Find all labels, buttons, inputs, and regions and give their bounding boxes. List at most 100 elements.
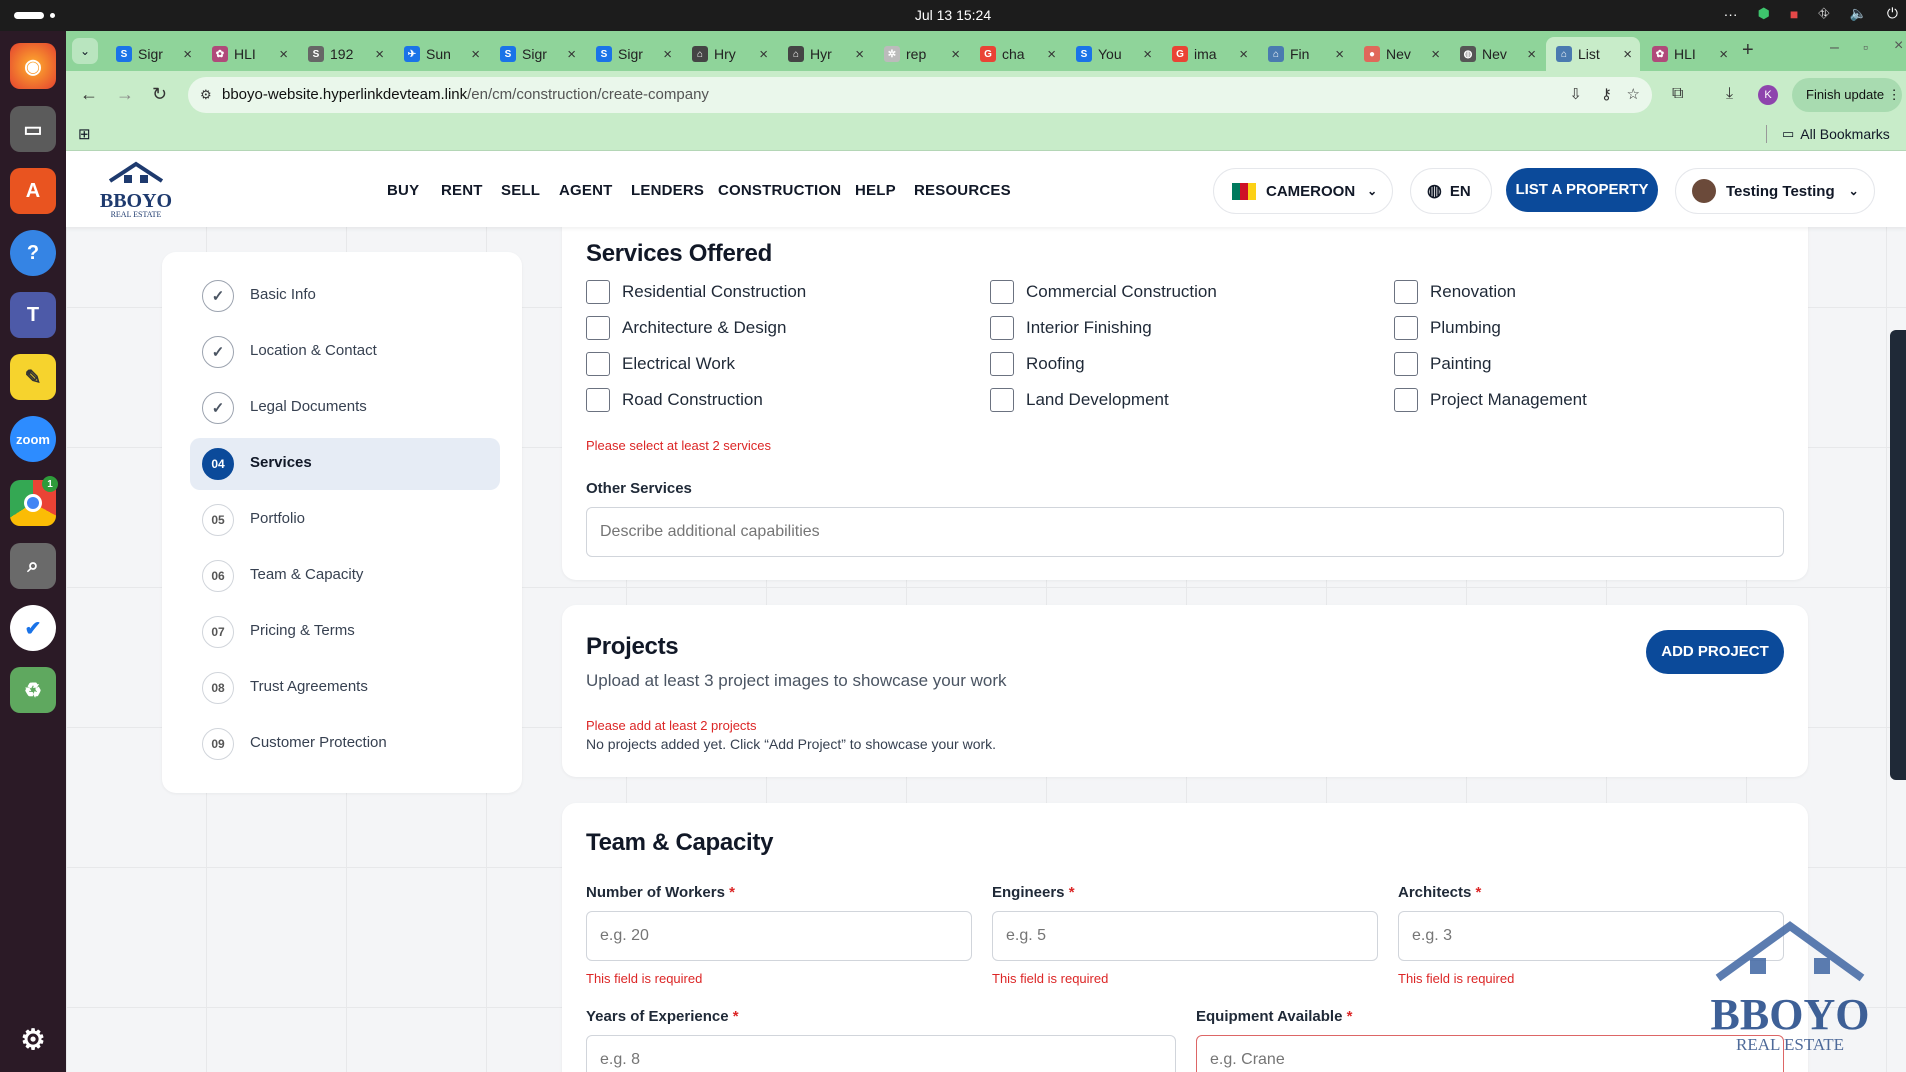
browser-tab[interactable]: ⌂ Hyr ×	[778, 37, 872, 71]
browser-tab[interactable]: ◍ Nev ×	[1450, 37, 1544, 71]
zoom-icon[interactable]: zoom	[10, 416, 56, 462]
site-logo[interactable]: BBOYO REAL ESTATE	[96, 161, 176, 219]
browser-tab[interactable]: ✈ Sun ×	[394, 37, 488, 71]
system-tray[interactable]: ··· ⬢ ■ ⛗ 🔈 ⏻	[1724, 5, 1898, 22]
address-bar[interactable]: ⚙ bboyo-website.hyperlinkdevteam.link/en…	[188, 77, 1652, 113]
step-item[interactable]: ✓ Legal Documents	[190, 382, 500, 434]
app-center-icon[interactable]: A	[10, 168, 56, 214]
apps-grid-icon[interactable]: ⊞	[78, 125, 91, 143]
shield-icon[interactable]: ⬢	[1758, 5, 1770, 22]
step-item[interactable]: 04 Services	[190, 438, 500, 490]
new-tab-icon[interactable]: +	[1742, 39, 1754, 62]
extensions-icon[interactable]: ⧉	[1672, 85, 1683, 103]
user-menu[interactable]: Testing Testing ⌄	[1675, 168, 1875, 214]
nav-rent[interactable]: RENT	[441, 182, 483, 199]
service-checkbox[interactable]: Road Construction	[586, 388, 763, 412]
browser-tab[interactable]: Gcha ×	[970, 37, 1064, 71]
browser-tab[interactable]: S You ×	[1066, 37, 1160, 71]
service-checkbox[interactable]: Painting	[1394, 352, 1491, 376]
browser-tab[interactable]: ✿ HLI ×	[1642, 37, 1736, 71]
step-item[interactable]: 06 Team & Capacity	[190, 550, 500, 602]
add-project-button[interactable]: ADD PROJECT	[1646, 630, 1784, 674]
service-checkbox[interactable]: Interior Finishing	[990, 316, 1152, 340]
profile-avatar[interactable]: K	[1758, 85, 1778, 105]
recording-icon[interactable]: ■	[1790, 6, 1798, 22]
forward-icon[interactable]: →	[116, 84, 134, 105]
site-info-icon[interactable]: ⚙	[200, 77, 212, 113]
service-checkbox[interactable]: Roofing	[990, 352, 1085, 376]
browser-tab[interactable]: ⌂ Hry ×	[682, 37, 776, 71]
checkbox-box[interactable]	[586, 280, 610, 304]
maximize-icon[interactable]: ▫	[1863, 39, 1868, 55]
os-clock[interactable]: Jul 13 15:24	[0, 7, 1906, 23]
tab-close-icon[interactable]: ×	[183, 46, 192, 63]
network-icon[interactable]: ⛗	[1818, 5, 1829, 22]
checkbox-box[interactable]	[990, 388, 1014, 412]
chrome-icon[interactable]: 1	[10, 476, 58, 526]
teams-icon[interactable]: T	[10, 292, 56, 338]
step-item[interactable]: 09 Customer Protection	[190, 718, 500, 770]
service-checkbox[interactable]: Land Development	[990, 388, 1169, 412]
checkbox-box[interactable]	[586, 388, 610, 412]
browser-tab[interactable]: ⌂ Fin ×	[1258, 37, 1352, 71]
tab-close-icon[interactable]: ×	[1335, 46, 1344, 63]
install-icon[interactable]: ⇩	[1569, 77, 1582, 113]
tab-close-icon[interactable]: ×	[1527, 46, 1536, 63]
password-key-icon[interactable]: ⚷	[1601, 77, 1612, 113]
search-tool-icon[interactable]: ⌕	[10, 543, 56, 589]
power-icon[interactable]: ⏻	[1887, 5, 1898, 22]
checkbox-box[interactable]	[1394, 388, 1418, 412]
workers-input[interactable]	[586, 911, 972, 961]
tab-close-icon[interactable]: ×	[1047, 46, 1056, 63]
close-window-icon[interactable]: ×	[1894, 37, 1903, 55]
bookmark-star-icon[interactable]: ☆	[1627, 77, 1640, 113]
reload-icon[interactable]: ↻	[152, 84, 167, 105]
all-bookmarks-button[interactable]: ▭ All Bookmarks	[1782, 126, 1890, 142]
step-item[interactable]: 07 Pricing & Terms	[190, 606, 500, 658]
service-checkbox[interactable]: Electrical Work	[586, 352, 735, 376]
service-checkbox[interactable]: Commercial Construction	[990, 280, 1217, 304]
trash-icon[interactable]: ♻	[10, 667, 56, 713]
tray-more-icon[interactable]: ···	[1724, 6, 1738, 22]
help-icon[interactable]: ?	[10, 230, 56, 276]
engineers-input[interactable]	[992, 911, 1378, 961]
tab-search-icon[interactable]: ⌄	[72, 38, 98, 64]
browser-tab[interactable]: ✿ HLI ×	[202, 37, 296, 71]
checkbox-box[interactable]	[586, 352, 610, 376]
checkbox-box[interactable]	[990, 316, 1014, 340]
checkbox-box[interactable]	[990, 280, 1014, 304]
browser-tab[interactable]: S Sigr ×	[490, 37, 584, 71]
service-checkbox[interactable]: Architecture & Design	[586, 316, 786, 340]
tab-close-icon[interactable]: ×	[1719, 46, 1728, 63]
language-selector[interactable]: ◍ EN	[1410, 168, 1492, 214]
tab-close-icon[interactable]: ×	[1143, 46, 1152, 63]
tab-close-icon[interactable]: ×	[1623, 46, 1632, 63]
tab-close-icon[interactable]: ×	[279, 46, 288, 63]
volume-icon[interactable]: 🔈	[1849, 5, 1866, 22]
checkbox-box[interactable]	[1394, 316, 1418, 340]
tab-close-icon[interactable]: ×	[951, 46, 960, 63]
nav-lenders[interactable]: LENDERS	[631, 182, 704, 199]
service-checkbox[interactable]: Residential Construction	[586, 280, 806, 304]
step-item[interactable]: ✓ Location & Contact	[190, 326, 500, 378]
equipment-input[interactable]	[1196, 1035, 1784, 1072]
tab-close-icon[interactable]: ×	[567, 46, 576, 63]
step-item[interactable]: ✓ Basic Info	[190, 270, 500, 322]
browser-tab[interactable]: S Sigr ×	[586, 37, 680, 71]
service-checkbox[interactable]: Renovation	[1394, 280, 1516, 304]
back-icon[interactable]: ←	[80, 84, 98, 105]
firefox-icon[interactable]: ◉	[10, 43, 56, 89]
checkbox-box[interactable]	[1394, 352, 1418, 376]
list-property-button[interactable]: LIST A PROPERTY	[1506, 168, 1658, 212]
tab-close-icon[interactable]: ×	[1431, 46, 1440, 63]
nav-sell[interactable]: SELL	[501, 182, 540, 199]
browser-tab[interactable]: Gima ×	[1162, 37, 1256, 71]
tab-close-icon[interactable]: ×	[759, 46, 768, 63]
checkbox-box[interactable]	[990, 352, 1014, 376]
minimize-icon[interactable]: –	[1830, 39, 1839, 57]
tab-close-icon[interactable]: ×	[1239, 46, 1248, 63]
files-icon[interactable]: ▭	[10, 106, 56, 152]
tab-close-icon[interactable]: ×	[471, 46, 480, 63]
tab-close-icon[interactable]: ×	[855, 46, 864, 63]
tab-close-icon[interactable]: ×	[663, 46, 672, 63]
